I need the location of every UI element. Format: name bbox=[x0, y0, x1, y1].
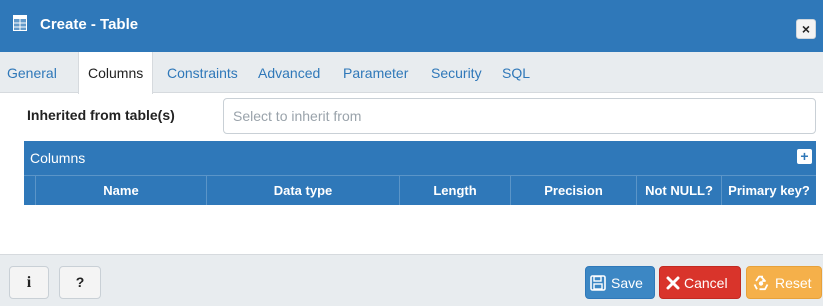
reset-button[interactable]: Reset bbox=[746, 266, 822, 299]
column-header-data-type[interactable]: Data type bbox=[206, 176, 399, 205]
save-label: Save bbox=[611, 275, 643, 291]
close-button[interactable]: × bbox=[796, 19, 816, 39]
tab-label: Security bbox=[431, 65, 482, 81]
tab-label: General bbox=[7, 65, 57, 81]
tab-bar: General Columns Constraints Advanced Par… bbox=[0, 52, 823, 94]
floppy-disk-icon bbox=[590, 275, 606, 291]
tab-security[interactable]: Security bbox=[431, 52, 482, 93]
x-mark-icon bbox=[666, 276, 680, 290]
column-header-label: Primary key? bbox=[728, 183, 810, 198]
column-header-not-null[interactable]: Not NULL? bbox=[636, 176, 721, 205]
column-header-label: Precision bbox=[544, 183, 603, 198]
column-header-label: Not NULL? bbox=[645, 183, 713, 198]
tab-sql[interactable]: SQL bbox=[502, 52, 530, 93]
tab-label: Advanced bbox=[258, 65, 321, 81]
tab-label: Constraints bbox=[167, 65, 238, 81]
tab-parameter[interactable]: Parameter bbox=[343, 52, 408, 93]
column-header-precision[interactable]: Precision bbox=[510, 176, 636, 205]
plus-icon: + bbox=[800, 148, 809, 164]
row-selector-header bbox=[24, 176, 35, 205]
cancel-button[interactable]: Cancel bbox=[659, 266, 741, 299]
tab-label: SQL bbox=[502, 65, 531, 81]
dialog-footer: i ? Save Cancel Reset bbox=[0, 254, 823, 306]
inherit-select-input[interactable] bbox=[223, 98, 816, 134]
add-column-button[interactable]: + bbox=[797, 149, 812, 164]
save-button[interactable]: Save bbox=[585, 266, 655, 299]
column-header-label: Data type bbox=[273, 183, 333, 198]
info-button[interactable]: i bbox=[9, 266, 49, 299]
column-header-length[interactable]: Length bbox=[399, 176, 510, 205]
table-icon bbox=[13, 15, 27, 31]
tab-label: Columns bbox=[88, 65, 144, 81]
dialog-title: Create - Table bbox=[40, 16, 139, 33]
inherit-label: Inherited from table(s) bbox=[27, 107, 175, 123]
tab-constraints[interactable]: Constraints bbox=[167, 52, 238, 93]
tab-label: Parameter bbox=[343, 65, 409, 81]
columns-table-header: Name Data type Length Precision Not NULL… bbox=[24, 175, 816, 205]
column-header-label: Length bbox=[433, 183, 477, 198]
recycle-icon bbox=[753, 275, 769, 291]
column-header-label: Name bbox=[103, 183, 139, 198]
tab-general[interactable]: General bbox=[7, 52, 57, 93]
tab-columns[interactable]: Columns bbox=[78, 52, 154, 94]
columns-grid-title: Columns bbox=[30, 150, 86, 166]
columns-grid-header: Columns + bbox=[24, 141, 816, 175]
cancel-label: Cancel bbox=[684, 275, 728, 291]
reset-label: Reset bbox=[775, 275, 812, 291]
help-icon: ? bbox=[75, 274, 85, 290]
tab-advanced[interactable]: Advanced bbox=[258, 52, 320, 93]
dialog-titlebar: Create - Table × bbox=[0, 0, 823, 52]
close-icon: × bbox=[801, 21, 811, 37]
help-button[interactable]: ? bbox=[59, 266, 101, 299]
column-header-primary-key[interactable]: Primary key? bbox=[721, 176, 816, 205]
column-header-name[interactable]: Name bbox=[35, 176, 206, 205]
info-icon: i bbox=[26, 274, 32, 291]
